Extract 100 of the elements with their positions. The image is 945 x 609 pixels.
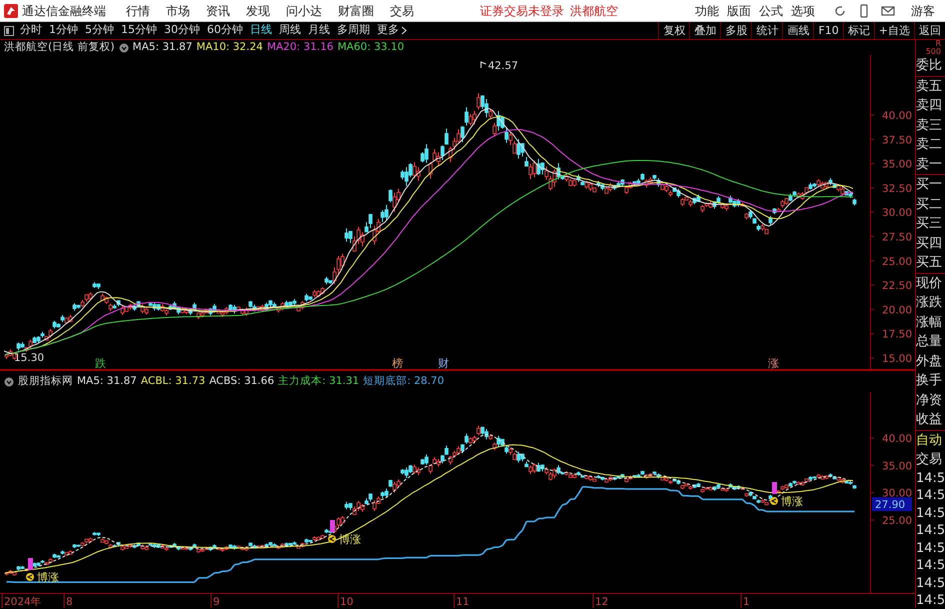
period-tab[interactable]: 60分钟 bbox=[207, 22, 243, 39]
indicator-value: ACBL: 31.73 bbox=[140, 374, 206, 389]
period-tab[interactable]: 30分钟 bbox=[164, 22, 200, 39]
axis-label: 40.00 bbox=[882, 110, 912, 122]
signal-bar bbox=[28, 558, 33, 570]
period-tab[interactable]: 月线 bbox=[308, 22, 330, 39]
price-badge: 27.90 bbox=[872, 497, 912, 512]
chart-title: 洪都航空(日线 前复权) bbox=[4, 40, 115, 55]
signal-label: 榜 bbox=[392, 357, 403, 370]
signal-label: 博涨 bbox=[37, 571, 59, 584]
trade-label: 交易 bbox=[916, 451, 943, 469]
period-tab[interactable]: 1分钟 bbox=[49, 22, 78, 39]
axis-label: 35.00 bbox=[882, 158, 912, 171]
menu-item[interactable]: 发现 bbox=[246, 2, 270, 20]
period-tab[interactable]: 分时 bbox=[20, 22, 42, 39]
panel-toggle-icon[interactable] bbox=[4, 26, 14, 36]
indicator-value: ACBS: 31.66 bbox=[209, 374, 274, 389]
chevron-icon[interactable] bbox=[401, 26, 407, 35]
menu-item[interactable]: 财富圈 bbox=[338, 2, 374, 20]
quote-label: 收益 bbox=[916, 411, 943, 429]
quote-label: 卖三 bbox=[916, 116, 943, 134]
trade-time: 14:5 bbox=[916, 557, 945, 574]
user-label[interactable]: 游客 bbox=[911, 2, 935, 20]
auto-trade-label[interactable]: 自动 bbox=[916, 430, 945, 450]
refresh-icon[interactable] bbox=[833, 4, 847, 18]
quote-label: 买一 bbox=[916, 174, 945, 194]
quote-label: 换手 bbox=[916, 372, 943, 390]
signal-bar bbox=[330, 520, 335, 532]
trade-time: 14:5 bbox=[916, 522, 945, 540]
signal-bar bbox=[772, 482, 777, 494]
indicator-value: MA5: 31.87 bbox=[132, 40, 192, 55]
period-tab[interactable]: 周线 bbox=[279, 22, 301, 39]
axis-label: 27.50 bbox=[882, 232, 912, 244]
menu-item[interactable]: 市场 bbox=[166, 2, 190, 20]
toolbar-menu-item[interactable]: 选项 bbox=[791, 2, 815, 20]
menu-item[interactable]: 行情 bbox=[126, 2, 150, 20]
date-label: 9 bbox=[213, 596, 220, 608]
trade-time: 14:5 bbox=[916, 540, 945, 557]
indicator-value: MA10: 32.24 bbox=[196, 40, 263, 55]
stock-name: 洪都航空 bbox=[570, 2, 618, 20]
login-notice: 证券交易未登录 bbox=[480, 2, 564, 20]
signal-label: 博涨 bbox=[781, 495, 803, 508]
toolbar-menu-item[interactable]: 公式 bbox=[759, 2, 783, 20]
axis-label: 30.00 bbox=[882, 488, 912, 500]
quote-label: 现价 bbox=[916, 272, 945, 293]
quote-label: 总量 bbox=[916, 333, 943, 351]
more-menu[interactable]: 更多 bbox=[377, 22, 399, 39]
axis-label: 20.00 bbox=[882, 304, 912, 316]
signal-label: 博涨 bbox=[339, 533, 361, 546]
quote-label: 卖四 bbox=[916, 97, 943, 115]
quote-label: 外盘 bbox=[916, 352, 943, 370]
app-title: 通达信金融终端 bbox=[22, 2, 106, 20]
axis-label: 32.50 bbox=[882, 182, 912, 195]
axis-label: 30.00 bbox=[882, 207, 912, 220]
quote-label: 卖二 bbox=[916, 136, 943, 154]
quote-label: 涨跌 bbox=[916, 294, 943, 312]
period-tab[interactable]: 15分钟 bbox=[121, 22, 157, 39]
quote-label: 买二 bbox=[916, 196, 943, 214]
period-tab[interactable]: 多周期 bbox=[337, 22, 370, 39]
high-price-label: 42.57 bbox=[488, 60, 518, 72]
quote-label: 买五 bbox=[916, 254, 943, 272]
quote-label: 买三 bbox=[916, 215, 943, 233]
signal-label: 跌 bbox=[95, 357, 106, 370]
dropdown-icon[interactable] bbox=[118, 42, 129, 52]
trade-time: 14:5 bbox=[916, 487, 945, 504]
axis-label: 17.50 bbox=[882, 328, 912, 341]
indicator-value: 主力成本: 31.31 bbox=[278, 374, 360, 389]
axis-label: 40.00 bbox=[882, 433, 912, 445]
menu-item[interactable]: 资讯 bbox=[206, 2, 230, 20]
quote-label: 卖五 bbox=[916, 76, 945, 96]
app-logo-icon bbox=[4, 4, 18, 18]
menu-item[interactable]: 交易 bbox=[390, 2, 414, 20]
axis-label: 22.50 bbox=[882, 280, 912, 292]
menu-item[interactable]: 问小达 bbox=[286, 2, 322, 20]
coin-icon bbox=[770, 497, 778, 505]
quote-label: 净资 bbox=[916, 392, 943, 410]
period-tab[interactable]: 日线 bbox=[250, 22, 272, 39]
date-label: 12 bbox=[595, 596, 608, 608]
date-label: 8 bbox=[66, 596, 73, 608]
toolbar-menu-item[interactable]: 功能 bbox=[695, 2, 719, 20]
coin-icon bbox=[328, 535, 336, 543]
indicator-value: 短期底部: 28.70 bbox=[363, 374, 444, 389]
indicator-value: MA5: 31.87 bbox=[77, 374, 137, 389]
axis-label: 15.00 bbox=[882, 353, 912, 365]
signal-label: 涨 bbox=[768, 357, 779, 370]
signal-label: 财 bbox=[438, 357, 449, 370]
dropdown-icon[interactable] bbox=[4, 376, 14, 386]
trade-time: 14:5 bbox=[916, 504, 945, 522]
panel-corner-label: R bbox=[934, 40, 941, 48]
mail-icon[interactable] bbox=[881, 4, 895, 18]
price-marker-line bbox=[480, 61, 486, 68]
indicator-title: 股朋指标网 bbox=[18, 374, 73, 389]
date-label: 11 bbox=[456, 596, 470, 608]
period-tab[interactable]: 5分钟 bbox=[85, 22, 114, 39]
quote-label: 涨幅 bbox=[916, 314, 943, 332]
quote-label: 买四 bbox=[916, 234, 943, 252]
toolbar-menu-item[interactable]: 版面 bbox=[727, 2, 751, 20]
date-label: 1 bbox=[743, 596, 750, 608]
axis-label: 37.50 bbox=[882, 134, 912, 146]
low-price-label: 15.30 bbox=[14, 352, 44, 364]
